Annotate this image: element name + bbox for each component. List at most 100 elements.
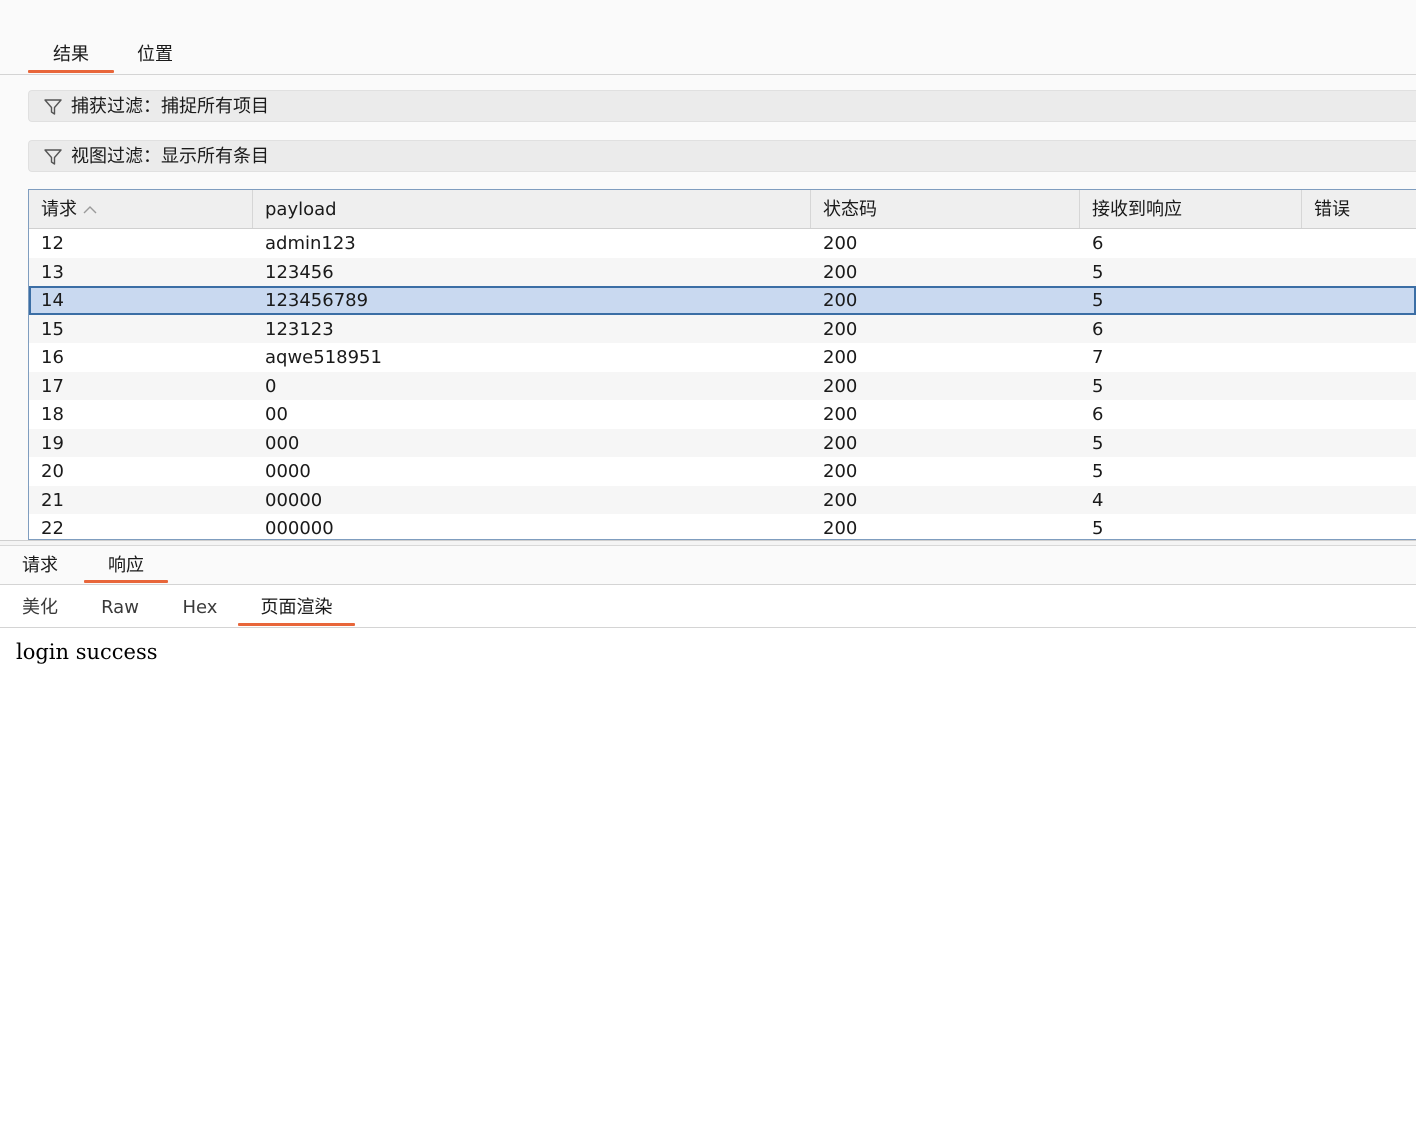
cell-request: 19 [41, 432, 64, 454]
cell-payload: 0 [265, 375, 277, 397]
cell-payload: aqwe518951 [265, 347, 382, 368]
tab-request-label: 请求 [22, 555, 58, 576]
capture-filter-label: 捕获过滤：捕捉所有项目 [71, 96, 269, 117]
capture-filter-bar[interactable]: 捕获过滤：捕捉所有项目 [28, 90, 1416, 122]
table-row[interactable]: 12 admin123 200 6 [29, 229, 1416, 258]
column-header-payload[interactable]: payload [253, 190, 811, 228]
cell-request: 18 [41, 404, 64, 425]
sort-up-icon [83, 206, 97, 214]
filter-icon [44, 149, 62, 165]
cell-status: 200 [823, 404, 858, 425]
cell-received: 5 [1092, 375, 1104, 397]
column-header-label: 接收到响应 [1092, 199, 1182, 220]
tab-response-label: 响应 [108, 555, 144, 576]
filter-icon [44, 99, 62, 115]
tab-results[interactable]: 结果 [28, 36, 114, 73]
cell-received: 5 [1092, 290, 1104, 311]
tab-pretty-label: 美化 [22, 597, 58, 618]
table-header: 请求 payload 状态码 接收到响应 错误 [29, 190, 1416, 229]
table-row[interactable]: 17 0 200 5 [29, 371, 1416, 400]
cell-received: 4 [1092, 489, 1104, 511]
cell-request: 13 [41, 261, 64, 283]
cell-payload: 123456789 [265, 290, 369, 311]
results-panel: 结果 位置 捕获过滤：捕捉所有项目 视图过滤：显示所有条目 请求 payload… [0, 0, 1416, 540]
tab-results-label: 结果 [53, 44, 89, 65]
rendered-response-view: login success [0, 628, 1416, 1141]
cell-request: 20 [41, 461, 64, 482]
table-row[interactable]: 13 123456 200 5 [29, 257, 1416, 286]
table-row[interactable]: 20 0000 200 5 [29, 457, 1416, 486]
cell-status: 200 [823, 375, 858, 397]
cell-received: 5 [1092, 261, 1104, 283]
cell-status: 200 [823, 347, 858, 368]
tab-pretty[interactable]: 美化 [0, 585, 80, 626]
tab-positions[interactable]: 位置 [114, 36, 196, 73]
cell-status: 200 [823, 261, 858, 283]
cell-received: 6 [1092, 404, 1104, 425]
cell-received: 7 [1092, 347, 1104, 368]
tab-raw[interactable]: Raw [80, 585, 160, 626]
active-tab-indicator [238, 623, 355, 626]
cell-received: 5 [1092, 518, 1104, 539]
table-row[interactable]: 21 00000 200 4 [29, 485, 1416, 514]
cell-request: 14 [41, 290, 64, 311]
table-row[interactable]: 16 aqwe518951 200 7 [29, 343, 1416, 372]
column-header-request[interactable]: 请求 [29, 190, 253, 228]
cell-payload: 00000 [265, 489, 323, 511]
cell-status: 200 [823, 489, 858, 511]
tab-raw-label: Raw [101, 597, 139, 618]
view-filter-bar[interactable]: 视图过滤：显示所有条目 [28, 140, 1416, 172]
cell-payload: 00 [265, 404, 288, 425]
table-row[interactable]: 19 000 200 5 [29, 428, 1416, 457]
cell-received: 5 [1092, 461, 1104, 482]
tab-hex[interactable]: Hex [160, 585, 240, 626]
cell-request: 12 [41, 233, 64, 254]
tab-render-label: 页面渲染 [260, 597, 333, 618]
cell-payload: 000000 [265, 518, 334, 539]
column-header-received[interactable]: 接收到响应 [1080, 190, 1302, 228]
cell-received: 6 [1092, 318, 1104, 340]
cell-request: 21 [41, 489, 64, 511]
tab-positions-label: 位置 [137, 44, 173, 65]
cell-status: 200 [823, 233, 858, 254]
tab-render[interactable]: 页面渲染 [238, 585, 355, 626]
cell-request: 22 [41, 518, 64, 539]
table-row[interactable]: 15 123123 200 6 [29, 314, 1416, 343]
cell-status: 200 [823, 518, 858, 539]
cell-payload: 000 [265, 432, 300, 454]
tab-hex-label: Hex [182, 597, 218, 618]
active-tab-indicator [84, 580, 168, 583]
table-row[interactable]: 22 000000 200 5 [29, 514, 1416, 539]
cell-payload: 123456 [265, 261, 334, 283]
column-header-error[interactable]: 错误 [1302, 190, 1416, 228]
tab-response[interactable]: 响应 [84, 546, 168, 583]
active-tab-indicator [28, 70, 114, 73]
cell-request: 17 [41, 375, 64, 397]
cell-status: 200 [823, 318, 858, 340]
cell-received: 5 [1092, 432, 1104, 454]
column-header-label: 请求 [41, 199, 77, 220]
tab-request[interactable]: 请求 [0, 546, 80, 583]
view-mode-tab-bar: 美化 Raw Hex 页面渲染 [0, 585, 1416, 628]
view-filter-label: 视图过滤：显示所有条目 [71, 146, 269, 167]
table-row-selected[interactable]: 14 123456789 200 5 [29, 286, 1416, 315]
cell-request: 16 [41, 347, 64, 368]
column-header-label: payload [265, 199, 337, 220]
cell-status: 200 [823, 461, 858, 482]
column-header-label: 状态码 [823, 199, 877, 220]
cell-request: 15 [41, 318, 64, 340]
detail-tab-bar: 请求 响应 [0, 546, 1416, 585]
column-header-status[interactable]: 状态码 [811, 190, 1080, 228]
rendered-page-text: login success [16, 640, 158, 664]
table-body: 12 admin123 200 6 13 123456 200 5 14 123456789 200… [29, 229, 1416, 539]
top-tab-bar: 结果 位置 [0, 0, 1416, 75]
column-header-label: 错误 [1314, 199, 1350, 220]
cell-status: 200 [823, 290, 858, 311]
results-table: 请求 payload 状态码 接收到响应 错误 12 admin123 200 6 13… [28, 189, 1416, 540]
cell-payload: 0000 [265, 461, 311, 482]
cell-payload: 123123 [265, 318, 334, 340]
cell-received: 6 [1092, 233, 1104, 254]
cell-payload: admin123 [265, 233, 356, 254]
cell-status: 200 [823, 432, 858, 454]
table-row[interactable]: 18 00 200 6 [29, 400, 1416, 429]
